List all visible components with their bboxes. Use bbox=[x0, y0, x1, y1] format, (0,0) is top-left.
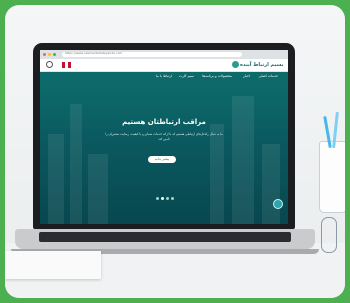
slider-dot-active[interactable] bbox=[161, 197, 164, 200]
slider-dot[interactable] bbox=[171, 197, 174, 200]
nav-item[interactable]: خدمات اصلی bbox=[259, 74, 278, 78]
slider-dot[interactable] bbox=[166, 197, 169, 200]
search-icon[interactable] bbox=[46, 61, 53, 68]
pencil bbox=[323, 115, 332, 149]
hero-banner: مراقب ارتباطتان هستیم ما به دنبال راه‌حل… bbox=[40, 82, 288, 224]
hero-description: ما به دنبال راه‌حل‌های ارتباطی هستیم که … bbox=[105, 132, 223, 141]
uk-flag-icon[interactable] bbox=[62, 62, 71, 68]
logo-text[interactable]: نسیم ارتباط آینده bbox=[240, 62, 283, 68]
pencil bbox=[332, 111, 339, 149]
site-header: نسیم ارتباط آینده bbox=[40, 59, 288, 72]
logo-icon[interactable] bbox=[232, 61, 239, 68]
nav-item[interactable]: سیم کارت bbox=[179, 74, 194, 78]
slider-dot[interactable] bbox=[156, 197, 159, 200]
skyline-building bbox=[48, 134, 64, 224]
address-bar[interactable]: https://www.nasimertebatayande.com bbox=[62, 51, 242, 57]
nav-item[interactable]: اخبار bbox=[243, 74, 250, 78]
binder-clip bbox=[321, 217, 337, 253]
maximize-window-dot[interactable] bbox=[53, 53, 56, 56]
notebook bbox=[5, 251, 101, 279]
laptop-screen: https://www.nasimertebatayande.com نسیم … bbox=[40, 50, 288, 224]
keyboard bbox=[39, 232, 291, 242]
url-text: https://www.nasimertebatayande.com bbox=[65, 51, 123, 55]
pencil-cup bbox=[319, 111, 345, 213]
desk-scene: https://www.nasimertebatayande.com نسیم … bbox=[5, 5, 345, 298]
skyline-building bbox=[88, 154, 108, 224]
nav-item[interactable]: محصولات و برنامه‌ها bbox=[202, 74, 232, 78]
learn-more-button[interactable]: بیشتر بدانید bbox=[148, 156, 176, 163]
nav-item[interactable]: ارتباط با ما bbox=[156, 74, 172, 78]
chat-icon[interactable] bbox=[273, 199, 283, 209]
skyline-building bbox=[262, 144, 280, 224]
skyline-building bbox=[232, 96, 254, 224]
minimize-window-dot[interactable] bbox=[48, 53, 51, 56]
browser-toolbar: https://www.nasimertebatayande.com bbox=[40, 50, 288, 59]
hero-title: مراقب ارتباطتان هستیم bbox=[122, 118, 206, 126]
main-nav: خدمات اصلی اخبار محصولات و برنامه‌ها سیم… bbox=[40, 72, 288, 82]
close-window-dot[interactable] bbox=[43, 53, 46, 56]
